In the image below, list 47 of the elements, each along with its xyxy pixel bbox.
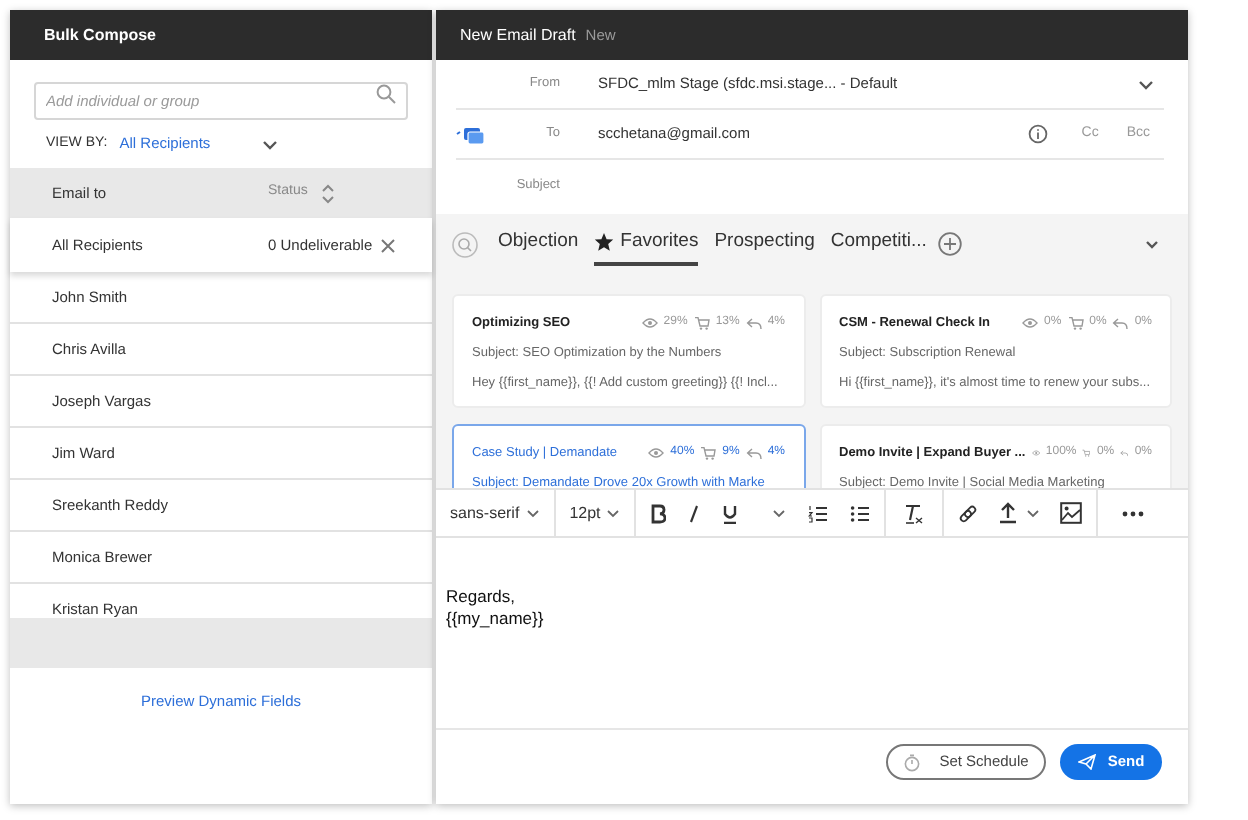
chevron-down-icon[interactable]	[1136, 75, 1156, 93]
search-icon	[376, 84, 396, 104]
stopwatch-icon	[903, 753, 920, 771]
chevron-down-icon[interactable]	[1026, 507, 1041, 519]
contacts-icon	[456, 125, 484, 143]
reply-icon	[745, 446, 762, 461]
panel-title: New Email Draft	[460, 23, 576, 47]
template-tab[interactable]: Competiti...	[830, 222, 927, 266]
bold-icon[interactable]	[650, 503, 667, 523]
font-dropdown[interactable]: sans-serif	[450, 501, 540, 525]
cart-icon	[1067, 316, 1084, 331]
message-body[interactable]: Regards, {{my_name}}	[446, 586, 1178, 630]
sort-icon[interactable]	[319, 183, 336, 203]
reply-icon	[1112, 316, 1129, 331]
underline-icon[interactable]	[722, 503, 739, 523]
chevron-down-icon	[606, 507, 621, 519]
bullet-list-icon[interactable]	[850, 503, 871, 523]
chevron-down-icon[interactable]	[772, 507, 787, 519]
star-icon	[594, 232, 615, 252]
image-icon[interactable]	[1060, 502, 1083, 524]
eye-icon	[648, 446, 665, 461]
close-icon[interactable]	[380, 237, 396, 253]
cart-icon	[1082, 446, 1091, 461]
panel-title: Bulk Compose	[44, 23, 157, 47]
upload-icon[interactable]	[998, 502, 1019, 524]
numbered-list-icon[interactable]	[808, 503, 829, 523]
cart-icon	[700, 446, 717, 461]
cart-icon	[693, 316, 710, 331]
reply-icon	[1120, 446, 1129, 461]
clear-format-icon[interactable]	[904, 503, 925, 523]
eye-icon	[1031, 446, 1040, 461]
template-tab[interactable]: Prospecting	[714, 222, 815, 266]
more-icon[interactable]	[1122, 509, 1145, 517]
italic-icon[interactable]	[688, 503, 701, 523]
eye-icon	[1021, 316, 1038, 331]
template-tab[interactable]: Favorites	[594, 222, 699, 266]
size-dropdown[interactable]: 12pt	[569, 501, 621, 525]
template-tab[interactable]: Objection	[498, 222, 579, 266]
add-icon[interactable]	[938, 232, 963, 256]
chevron-down-icon[interactable]	[259, 135, 280, 153]
eye-icon	[641, 316, 658, 331]
info-icon	[1027, 124, 1048, 144]
link-icon[interactable]	[958, 503, 979, 523]
reply-icon	[745, 316, 762, 331]
chevron-down-icon	[525, 507, 540, 519]
paper-plane-icon	[1077, 754, 1096, 770]
chevron-down-icon[interactable]	[1144, 237, 1160, 251]
